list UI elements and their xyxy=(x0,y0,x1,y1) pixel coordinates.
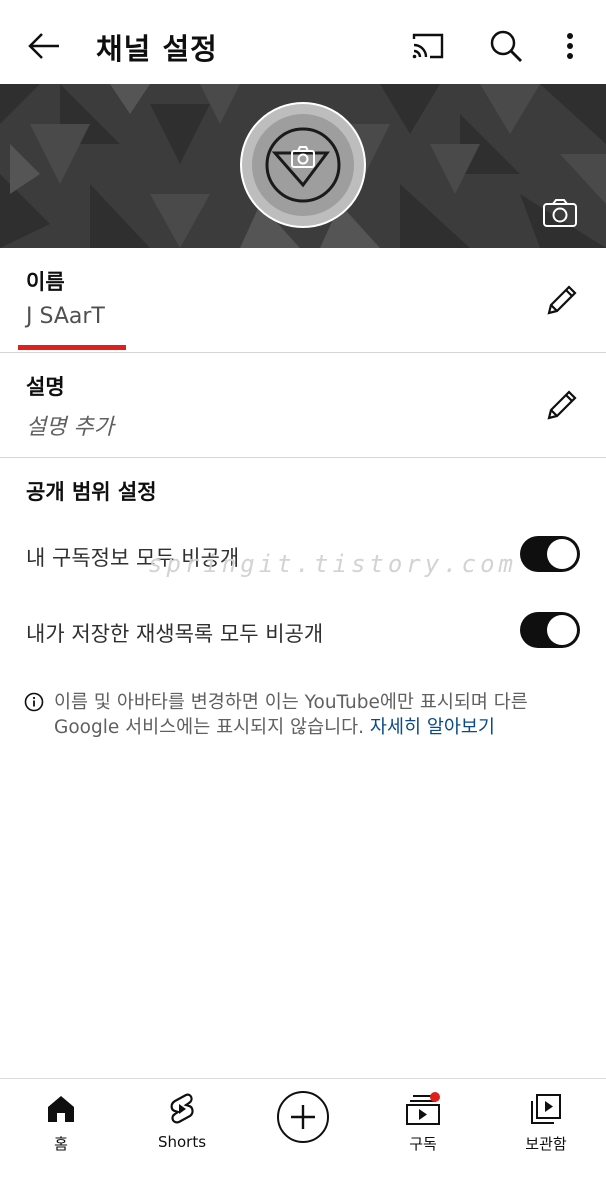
back-button[interactable] xyxy=(24,26,64,66)
learn-more-link[interactable]: 자세히 알아보기 xyxy=(370,717,495,738)
search-button[interactable] xyxy=(486,26,526,66)
avatar-image xyxy=(252,114,354,216)
library-icon xyxy=(528,1091,564,1127)
nav-home-label: 홈 xyxy=(54,1135,68,1153)
channel-avatar[interactable] xyxy=(240,102,366,228)
name-label: 이름 xyxy=(26,270,65,294)
pencil-icon xyxy=(547,285,577,315)
change-banner-button[interactable] xyxy=(542,198,578,228)
top-app-bar: 채널 설정 xyxy=(0,0,606,84)
nav-library-label: 보관함 xyxy=(525,1135,567,1153)
nav-home[interactable]: 홈 xyxy=(36,1079,86,1178)
watermark: springit.tistory.com xyxy=(148,550,517,578)
nav-subscriptions-label: 구독 xyxy=(409,1135,437,1153)
description-field[interactable]: 설명 설명 추가 xyxy=(0,353,606,457)
more-vertical-icon xyxy=(567,33,573,59)
nav-subscriptions[interactable]: 구독 xyxy=(398,1079,448,1178)
create-button[interactable] xyxy=(277,1091,329,1143)
toggle-knob xyxy=(547,539,577,569)
info-text: 이름 및 아바타를 변경하면 이는 YouTube에만 표시되며 다른 Goog… xyxy=(54,690,584,740)
toggle-knob xyxy=(547,615,577,645)
plus-icon xyxy=(291,1105,315,1129)
private-playlists-label: 내가 저장한 재생목록 모두 비공개 xyxy=(26,622,324,646)
arrow-left-icon xyxy=(28,33,59,59)
home-icon xyxy=(43,1091,79,1127)
nav-create[interactable] xyxy=(272,1079,334,1178)
page-title: 채널 설정 xyxy=(96,32,218,66)
description-label: 설명 xyxy=(26,375,65,399)
cast-button[interactable] xyxy=(408,28,448,64)
nav-library[interactable]: 보관함 xyxy=(516,1079,576,1178)
description-placeholder: 설명 추가 xyxy=(26,415,114,440)
name-value: J SAarT xyxy=(26,304,105,329)
avatar-camera-icon xyxy=(265,127,341,203)
search-icon xyxy=(490,30,522,62)
nav-shorts[interactable]: Shorts xyxy=(150,1079,214,1178)
nav-shorts-label: Shorts xyxy=(157,1133,207,1151)
private-playlists-row[interactable]: 내가 저장한 재생목록 모두 비공개 xyxy=(0,606,606,656)
name-input-underline xyxy=(18,345,126,350)
divider xyxy=(0,457,606,458)
pencil-icon xyxy=(547,390,577,420)
privacy-section-title: 공개 범위 설정 xyxy=(26,480,157,504)
camera-icon xyxy=(543,199,577,227)
bottom-navigation: 홈 Shorts 구독 보관함 xyxy=(0,1078,606,1178)
shorts-icon xyxy=(164,1091,200,1127)
more-options-button[interactable] xyxy=(556,26,584,66)
cast-icon xyxy=(412,33,444,59)
edit-description-button[interactable] xyxy=(544,387,580,423)
name-field[interactable]: 이름 J SAarT xyxy=(0,248,606,352)
subscriptions-icon xyxy=(405,1091,441,1127)
private-subscriptions-toggle[interactable] xyxy=(520,536,580,572)
edit-name-button[interactable] xyxy=(544,282,580,318)
private-playlists-toggle[interactable] xyxy=(520,612,580,648)
info-icon xyxy=(24,692,44,712)
channel-settings-screen: 채널 설정 이름 J SAarT 설명 설명 추가 공개 범위 설정 내 구독정… xyxy=(0,0,606,1178)
